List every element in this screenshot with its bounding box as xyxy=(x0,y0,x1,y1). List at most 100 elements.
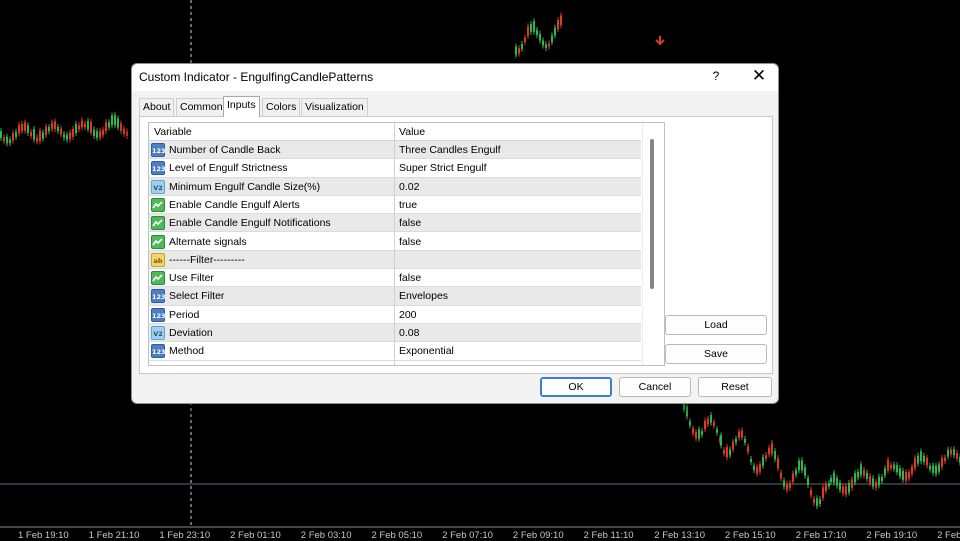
candle-body xyxy=(780,472,782,479)
candle-body xyxy=(21,123,23,131)
candle-body xyxy=(560,15,562,26)
candle-body xyxy=(771,442,773,454)
time-label: 2 Feb 19:10 xyxy=(866,530,918,541)
input-row[interactable]: 123 Number of Candle Back Three Candles En… xyxy=(149,141,641,160)
candle-body xyxy=(941,457,943,467)
candle-body xyxy=(78,125,80,130)
time-label: 2 Feb 03:10 xyxy=(300,530,352,541)
help-button[interactable]: ? xyxy=(710,69,722,83)
inputs-grid: Variable Value 123 Number of Candle Back T… xyxy=(148,122,665,366)
candle-body xyxy=(920,451,922,462)
string-type-icon: ab xyxy=(151,252,165,267)
input-row[interactable]: Use Filter false xyxy=(149,269,641,288)
variable-value[interactable]: false xyxy=(399,236,421,248)
candle-body xyxy=(789,483,791,488)
candle-body xyxy=(36,137,38,142)
candle-body xyxy=(923,455,925,463)
candle-body xyxy=(774,451,776,460)
candle-body xyxy=(792,473,794,482)
input-row[interactable]: Enable Candle Engulf Alerts true xyxy=(149,196,641,215)
tab-common[interactable]: Common xyxy=(176,98,227,116)
candle-body xyxy=(902,470,904,480)
candle-body xyxy=(819,499,821,505)
candle-body xyxy=(542,40,544,46)
time-label: 2 Feb 01:10 xyxy=(230,530,281,541)
candle-body xyxy=(515,46,517,55)
double-type-icon: V2 xyxy=(151,326,165,340)
candle-body xyxy=(545,44,547,49)
variable-name: Number of Candle Back xyxy=(169,144,281,156)
reset-button[interactable]: Reset xyxy=(698,377,772,397)
candle-body xyxy=(3,137,5,142)
dialog-titlebar: Custom Indicator - EngulfingCandlePatter… xyxy=(132,64,778,91)
tab-about[interactable]: About xyxy=(139,98,175,116)
variable-value[interactable]: false xyxy=(399,272,421,284)
candle-body xyxy=(105,122,107,132)
candle-body xyxy=(84,123,86,128)
candle-body xyxy=(551,35,553,43)
ok-button[interactable]: OK xyxy=(540,377,612,397)
candle-body xyxy=(932,465,934,473)
variable-value[interactable]: 0.08 xyxy=(399,327,419,339)
load-button[interactable]: Load xyxy=(665,315,767,335)
variable-value[interactable]: Super Strict Engulf xyxy=(399,162,487,174)
variable-value[interactable]: Exponential xyxy=(399,345,454,357)
candle-body xyxy=(830,477,832,483)
variable-name: Level of Engulf Strictness xyxy=(169,162,288,175)
tab-colors[interactable]: Colors xyxy=(262,98,301,116)
candle-body xyxy=(744,438,746,443)
cancel-button[interactable]: Cancel xyxy=(619,377,691,397)
variable-name: Enable Candle Engulf Alerts xyxy=(169,198,300,211)
input-row[interactable] xyxy=(149,361,641,365)
time-label: 2 Feb 15:10 xyxy=(725,530,776,541)
candle-body xyxy=(27,125,29,133)
header-value[interactable]: Value xyxy=(399,126,425,138)
candle-body xyxy=(753,465,755,471)
candle-body xyxy=(72,129,74,137)
bool-type-icon xyxy=(151,197,165,212)
candle-body xyxy=(96,131,98,138)
candle-body xyxy=(732,441,734,450)
candle-body xyxy=(929,465,931,470)
input-row[interactable]: Enable Candle Engulf Notifications false xyxy=(149,214,641,233)
candle-body xyxy=(884,468,886,476)
candle-body xyxy=(833,472,835,483)
close-icon[interactable]: ✕ xyxy=(750,67,768,85)
grid-scrollbar[interactable] xyxy=(642,123,664,365)
candle-body xyxy=(950,449,952,455)
grid-header: Variable Value xyxy=(149,123,641,141)
candle-body xyxy=(9,139,11,144)
int-type-icon: 123 xyxy=(151,307,166,322)
input-row[interactable]: ab ------Filter--------- xyxy=(149,250,641,270)
candle-body xyxy=(813,498,815,504)
input-row[interactable]: Alternate signals false xyxy=(149,233,641,251)
variable-name: Alternate signals xyxy=(169,235,247,248)
variable-name: Method xyxy=(169,345,205,358)
variable-value[interactable]: Envelopes xyxy=(399,290,448,302)
input-row[interactable]: 123 Level of Engulf Strictness Super Stric… xyxy=(149,159,641,178)
variable-value[interactable]: 0.02 xyxy=(399,181,419,193)
input-row[interactable]: 123 Period 200 xyxy=(149,306,641,324)
input-row[interactable]: V2 Deviation 0.08 xyxy=(149,324,641,343)
header-variable[interactable]: Variable xyxy=(154,126,192,138)
candle-body xyxy=(860,464,862,476)
tab-visualization[interactable]: Visualization xyxy=(301,98,368,116)
candle-body xyxy=(756,467,758,474)
candle-body xyxy=(953,449,955,456)
variable-value[interactable]: true xyxy=(399,199,417,211)
save-button[interactable]: Save xyxy=(665,344,767,364)
scroll-thumb[interactable] xyxy=(650,139,654,289)
bool-type-icon xyxy=(151,216,165,231)
candle-body xyxy=(947,449,949,457)
input-row[interactable]: 123 Method Exponential xyxy=(149,342,641,361)
variable-value[interactable]: Three Candles Engulf xyxy=(399,144,501,156)
candle-body xyxy=(48,126,50,132)
input-row[interactable]: V2 Minimum Engulf Candle Size(%) 0.02 xyxy=(149,177,641,196)
candle-body xyxy=(896,465,898,473)
input-row[interactable]: 123 Select Filter Envelopes xyxy=(149,287,641,306)
candle-body xyxy=(801,460,803,471)
candle-body xyxy=(866,472,868,479)
variable-value[interactable]: 200 xyxy=(399,309,417,321)
tab-inputs[interactable]: Inputs xyxy=(223,96,260,117)
variable-value[interactable]: false xyxy=(399,217,421,229)
